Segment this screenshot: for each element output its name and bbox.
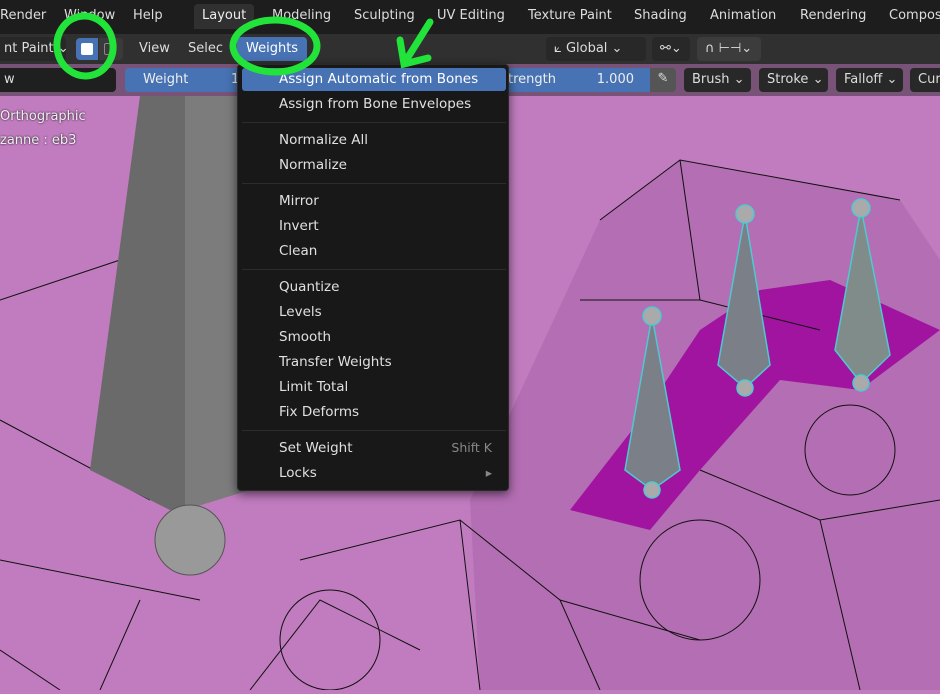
annotation-circle-face-mask bbox=[53, 12, 117, 80]
annotations bbox=[53, 12, 434, 80]
annotation-arrow bbox=[396, 18, 434, 69]
annotation-circle-weights bbox=[229, 16, 321, 76]
